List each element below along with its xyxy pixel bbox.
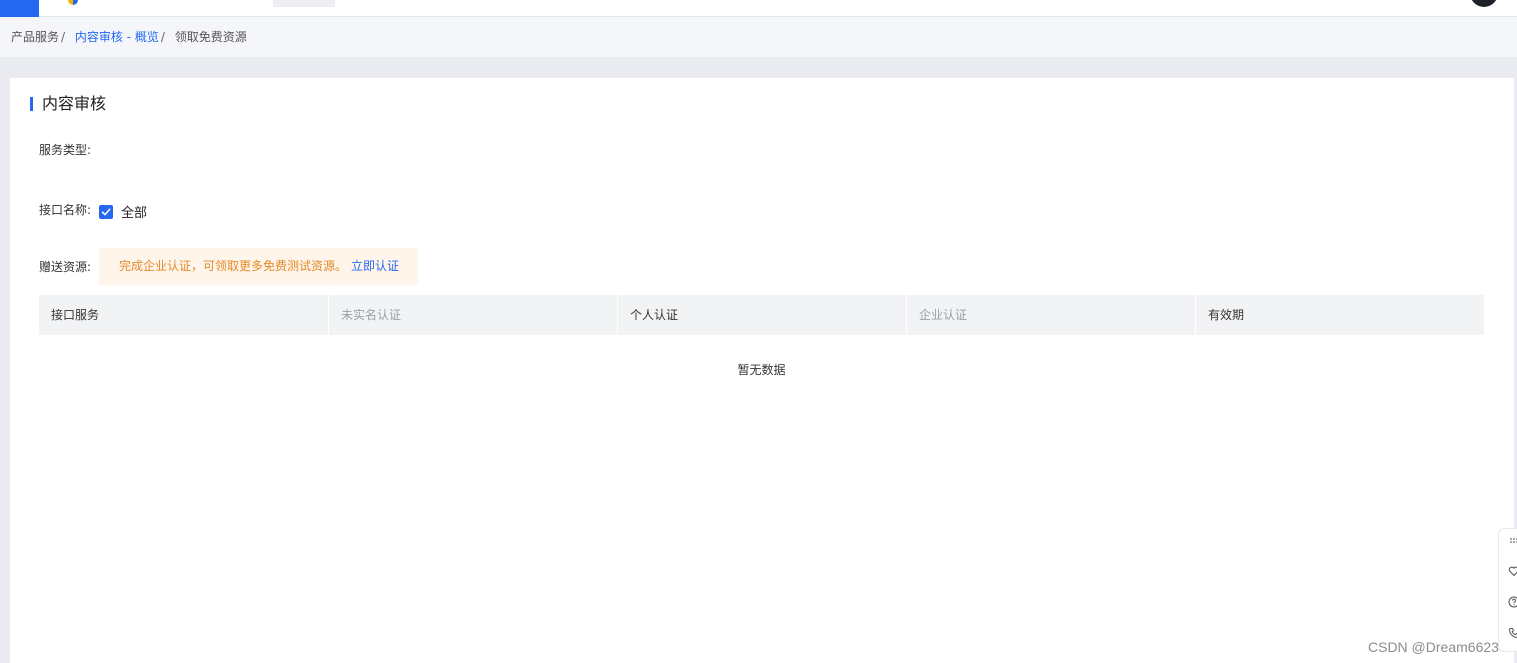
menu-icon[interactable] [0,0,39,17]
column-header: 有效期 [1195,295,1484,335]
breadcrumb-separator: / [160,30,165,44]
phone-icon[interactable] [1508,627,1517,639]
logo-icon[interactable] [68,0,78,5]
column-header: 企业认证 [906,295,1195,335]
empty-state-text: 暂无数据 [737,363,786,377]
breadcrumb-current: 领取免费资源 [174,30,247,44]
avatar[interactable] [1470,0,1498,7]
all-checkbox-label[interactable]: 全部 [121,202,147,221]
certify-now-link[interactable]: 立即认证 [351,259,399,273]
column-header: 未实名认证 [328,295,617,335]
certification-notice: 完成企业认证，可领取更多免费测试资源。 立即认证 [99,248,418,285]
breadcrumb-separator: / [61,30,66,44]
notice-text: 完成企业认证，可领取更多免费测试资源。 [119,259,348,273]
top-navigation-bar [0,0,1517,17]
breadcrumb-root: 产品服务 [11,30,60,44]
help-icon[interactable] [1508,596,1517,608]
heart-icon[interactable] [1508,565,1517,577]
all-interfaces-checkbox[interactable]: 全部 [99,202,147,221]
breadcrumb: 产品服务 / 内容审核 - 概览 / 领取免费资源 [0,17,1517,57]
top-nav-tab[interactable] [273,0,335,7]
table-header: 接口服务 未实名认证 个人认证 企业认证 有效期 [39,295,1484,335]
interface-name-label: 接口名称: [39,203,92,217]
column-header: 接口服务 [51,308,100,322]
breadcrumb-parent-link[interactable]: 内容审核 - 概览 [75,30,159,44]
watermark: CSDN @Dream6623 [1368,639,1499,655]
section-title: 内容审核 [30,95,106,113]
grid-icon[interactable] [1508,535,1517,547]
main-card: 内容审核 服务类型: 接口名称: 全部 赠送资源: 完成企业认证，可领取更多免费… [10,78,1514,663]
checkbox-checked-icon[interactable] [99,204,113,219]
resource-table: 接口服务 未实名认证 个人认证 企业认证 有效期 暂无数据 [39,295,1484,378]
floating-toolbar [1498,528,1517,652]
service-type-label: 服务类型: [39,143,92,157]
gift-resource-label: 赠送资源: [39,260,92,274]
column-header: 个人认证 [617,295,906,335]
